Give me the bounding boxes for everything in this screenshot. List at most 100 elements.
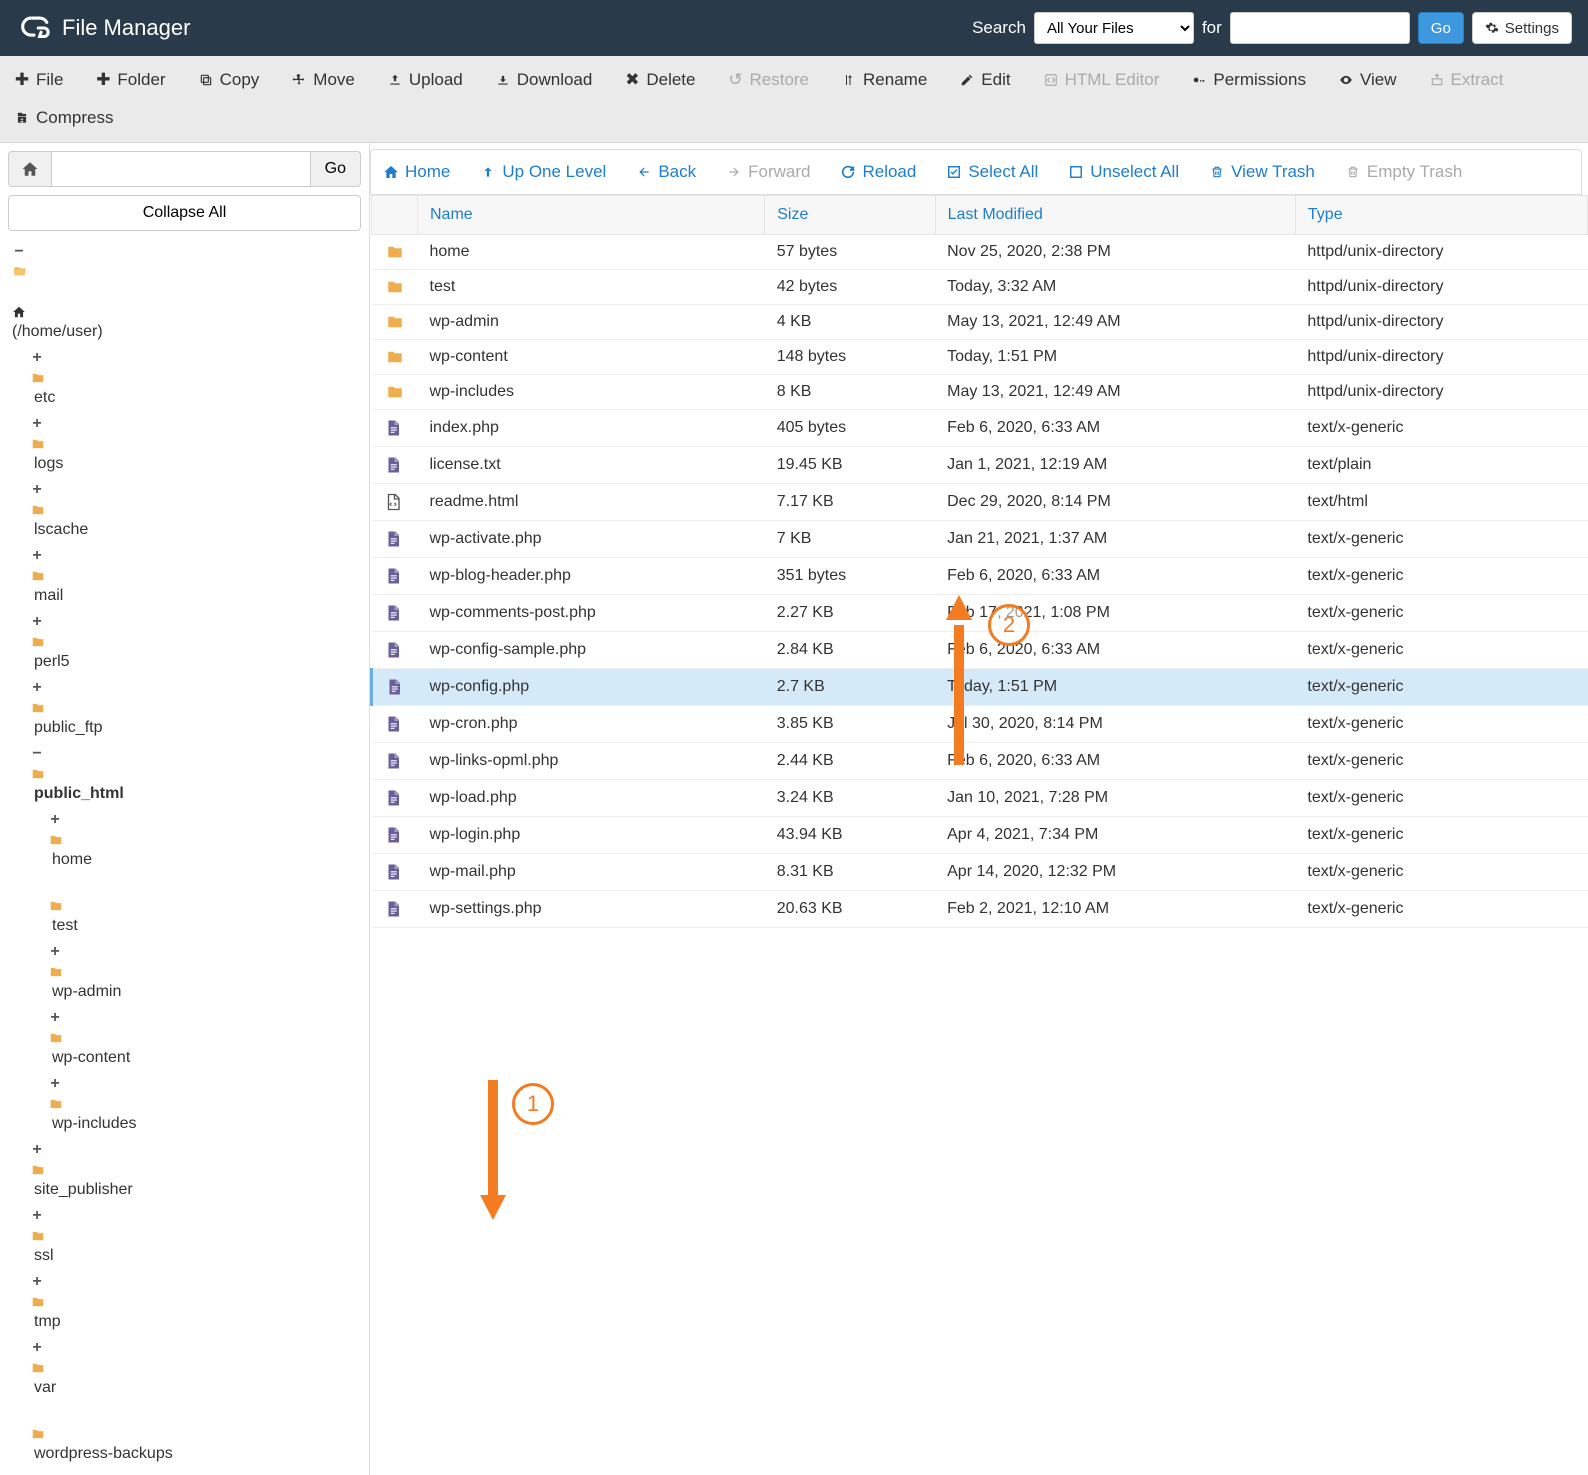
settings-button[interactable]: Settings <box>1472 12 1572 44</box>
tree-root[interactable]: − (/home/user) +etc+logs+lscache+mail+pe… <box>12 239 361 1467</box>
tree-toggle[interactable]: − <box>30 741 44 767</box>
tree-item[interactable]: +wp-admin <box>48 939 361 1005</box>
table-row[interactable]: wp-activate.php7 KBJan 21, 2021, 1:37 AM… <box>372 521 1588 558</box>
view-trash-button[interactable]: View Trash <box>1205 154 1319 190</box>
folder-icon <box>30 635 361 649</box>
download-button[interactable]: Download <box>491 64 597 96</box>
table-row[interactable]: wp-includes8 KBMay 13, 2021, 12:49 AMhtt… <box>372 375 1588 410</box>
folder-button[interactable]: ✚Folder <box>91 64 169 96</box>
table-row[interactable]: wp-load.php3.24 KBJan 10, 2021, 7:28 PMt… <box>372 780 1588 817</box>
table-row[interactable]: wp-login.php43.94 KBApr 4, 2021, 7:34 PM… <box>372 817 1588 854</box>
table-row[interactable]: wp-admin4 KBMay 13, 2021, 12:49 AMhttpd/… <box>372 305 1588 340</box>
upload-button[interactable]: Upload <box>383 64 467 96</box>
tree-item[interactable]: −public_html+hometest+wp-admin+wp-conten… <box>30 741 361 1137</box>
tree-toggle[interactable]: + <box>30 1269 44 1295</box>
search-scope-select[interactable]: All Your Files <box>1034 12 1194 44</box>
table-row[interactable]: wp-content148 bytesToday, 1:51 PMhttpd/u… <box>372 340 1588 375</box>
collapse-all-button[interactable]: Collapse All <box>8 195 361 231</box>
path-input[interactable] <box>52 151 311 187</box>
cell-name: wp-config.php <box>418 669 765 706</box>
tree-toggle[interactable]: + <box>48 939 62 965</box>
for-label: for <box>1202 18 1222 38</box>
compress-button[interactable]: Compress <box>10 102 117 134</box>
col-icon[interactable] <box>372 196 418 235</box>
edit-button[interactable]: Edit <box>955 64 1014 96</box>
file-icon <box>384 788 406 808</box>
tree-toggle[interactable]: + <box>48 807 62 833</box>
tree-toggle[interactable]: + <box>30 1137 44 1163</box>
tree-item[interactable]: + perl5 <box>30 609 361 675</box>
tree-toggle[interactable]: + <box>30 1335 44 1361</box>
tree-item[interactable]: +mail <box>30 543 361 609</box>
cell-modified: Today, 1:51 PM <box>935 340 1295 375</box>
tree-item[interactable]: +site_publisher <box>30 1137 361 1203</box>
col-size[interactable]: Size <box>765 196 935 235</box>
move-button[interactable]: Move <box>287 64 359 96</box>
col-name[interactable]: Name <box>418 196 765 235</box>
table-row[interactable]: wp-config.php2.7 KBToday, 1:51 PMtext/x-… <box>372 669 1588 706</box>
html-editor-button[interactable]: HTML Editor <box>1039 64 1164 96</box>
select-all-button[interactable]: Select All <box>942 154 1042 190</box>
cell-type: httpd/unix-directory <box>1295 340 1587 375</box>
table-row[interactable]: readme.html7.17 KBDec 29, 2020, 8:14 PMt… <box>372 484 1588 521</box>
table-row[interactable]: wp-config-sample.php2.84 KBFeb 6, 2020, … <box>372 632 1588 669</box>
col-modified[interactable]: Last Modified <box>935 196 1295 235</box>
forward-button[interactable]: Forward <box>722 154 814 190</box>
tree-toggle[interactable]: + <box>48 1005 62 1031</box>
file-button[interactable]: ✚File <box>10 64 67 96</box>
tree-item-label: perl5 <box>34 653 70 670</box>
tree-toggle[interactable]: + <box>30 345 44 371</box>
view-button[interactable]: View <box>1334 64 1401 96</box>
table-row[interactable]: home57 bytesNov 25, 2020, 2:38 PMhttpd/u… <box>372 235 1588 270</box>
table-row[interactable]: index.php405 bytesFeb 6, 2020, 6:33 AMte… <box>372 410 1588 447</box>
file-icon <box>384 603 406 623</box>
back-button[interactable]: Back <box>632 154 700 190</box>
tree-toggle[interactable]: + <box>30 543 44 569</box>
tree-toggle[interactable]: + <box>48 1071 62 1097</box>
permissions-button[interactable]: Permissions <box>1187 64 1310 96</box>
home-path-button[interactable] <box>8 151 52 187</box>
tree-item[interactable]: +lscache <box>30 477 361 543</box>
tree-toggle[interactable]: + <box>30 411 44 437</box>
table-row[interactable]: wp-cron.php3.85 KBJul 30, 2020, 8:14 PMt… <box>372 706 1588 743</box>
empty-trash-button[interactable]: Empty Trash <box>1341 154 1466 190</box>
tree-item[interactable]: +wp-content <box>48 1005 361 1071</box>
table-row[interactable]: wp-links-opml.php2.44 KBFeb 6, 2020, 6:3… <box>372 743 1588 780</box>
restore-button[interactable]: ↺Restore <box>723 64 813 96</box>
path-go-button[interactable]: Go <box>311 151 361 187</box>
table-row[interactable]: license.txt19.45 KBJan 1, 2021, 12:19 AM… <box>372 447 1588 484</box>
table-row[interactable]: wp-comments-post.php2.27 KBFeb 17, 2021,… <box>372 595 1588 632</box>
tree-toggle[interactable]: + <box>30 609 44 635</box>
rename-button[interactable]: Rename <box>837 64 931 96</box>
tree-item[interactable]: +public_ftp <box>30 675 361 741</box>
tree-item[interactable]: test <box>48 873 361 939</box>
copy-button[interactable]: Copy <box>194 64 264 96</box>
cell-modified: May 13, 2021, 12:49 AM <box>935 375 1295 410</box>
tree-item[interactable]: +home <box>48 807 361 873</box>
col-type[interactable]: Type <box>1295 196 1587 235</box>
tree-item[interactable]: wordpress-backups <box>30 1401 361 1467</box>
tree-toggle[interactable]: + <box>30 675 44 701</box>
tree-item[interactable]: +etc <box>30 345 361 411</box>
home-button[interactable]: Home <box>379 154 454 190</box>
tree-item[interactable]: +ssl <box>30 1203 361 1269</box>
table-row[interactable]: wp-settings.php20.63 KBFeb 2, 2021, 12:1… <box>372 891 1588 928</box>
table-row[interactable]: test42 bytesToday, 3:32 AMhttpd/unix-dir… <box>372 270 1588 305</box>
tree-toggle[interactable]: − <box>12 239 26 265</box>
table-row[interactable]: wp-mail.php8.31 KBApr 14, 2020, 12:32 PM… <box>372 854 1588 891</box>
search-input[interactable] <box>1230 12 1410 44</box>
tree-item[interactable]: +logs <box>30 411 361 477</box>
table-row[interactable]: wp-blog-header.php351 bytesFeb 6, 2020, … <box>372 558 1588 595</box>
reload-button[interactable]: Reload <box>836 154 920 190</box>
unselect-all-button[interactable]: Unselect All <box>1064 154 1183 190</box>
tree-item[interactable]: +wp-includes <box>48 1071 361 1137</box>
tree-toggle[interactable]: + <box>30 477 44 503</box>
cell-modified: Jan 21, 2021, 1:37 AM <box>935 521 1295 558</box>
tree-item[interactable]: +var <box>30 1335 361 1401</box>
delete-button[interactable]: ✖Delete <box>620 64 699 96</box>
tree-item[interactable]: +tmp <box>30 1269 361 1335</box>
search-go-button[interactable]: Go <box>1418 12 1464 44</box>
extract-button[interactable]: Extract <box>1425 64 1508 96</box>
up-button[interactable]: Up One Level <box>476 154 610 190</box>
tree-toggle[interactable]: + <box>30 1203 44 1229</box>
